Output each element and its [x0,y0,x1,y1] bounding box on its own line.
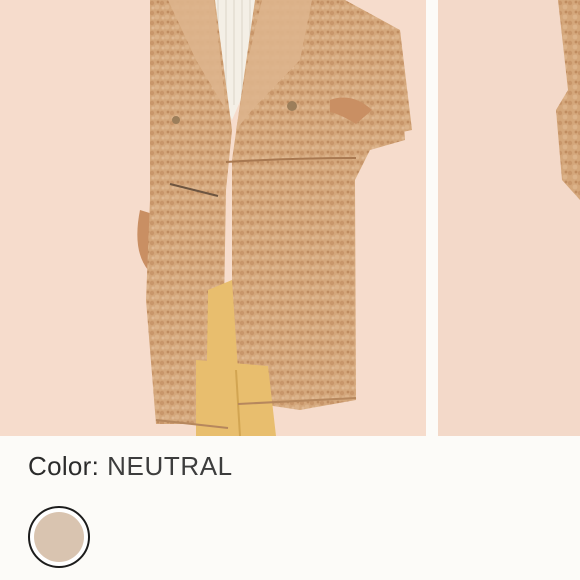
product-photo-next[interactable] [438,0,580,436]
teddy-coat-image-next [438,0,580,436]
swatch-fill [34,512,84,562]
color-swatch-neutral[interactable] [28,506,90,568]
color-selection-label: Color: NEUTRAL [28,448,233,484]
color-value: NEUTRAL [107,450,233,481]
product-image-gallery[interactable] [0,0,580,436]
color-label: Color: [28,450,100,481]
product-photo-main[interactable] [0,0,426,436]
teddy-coat-image [0,0,426,436]
product-page: Color: NEUTRAL [0,0,580,580]
